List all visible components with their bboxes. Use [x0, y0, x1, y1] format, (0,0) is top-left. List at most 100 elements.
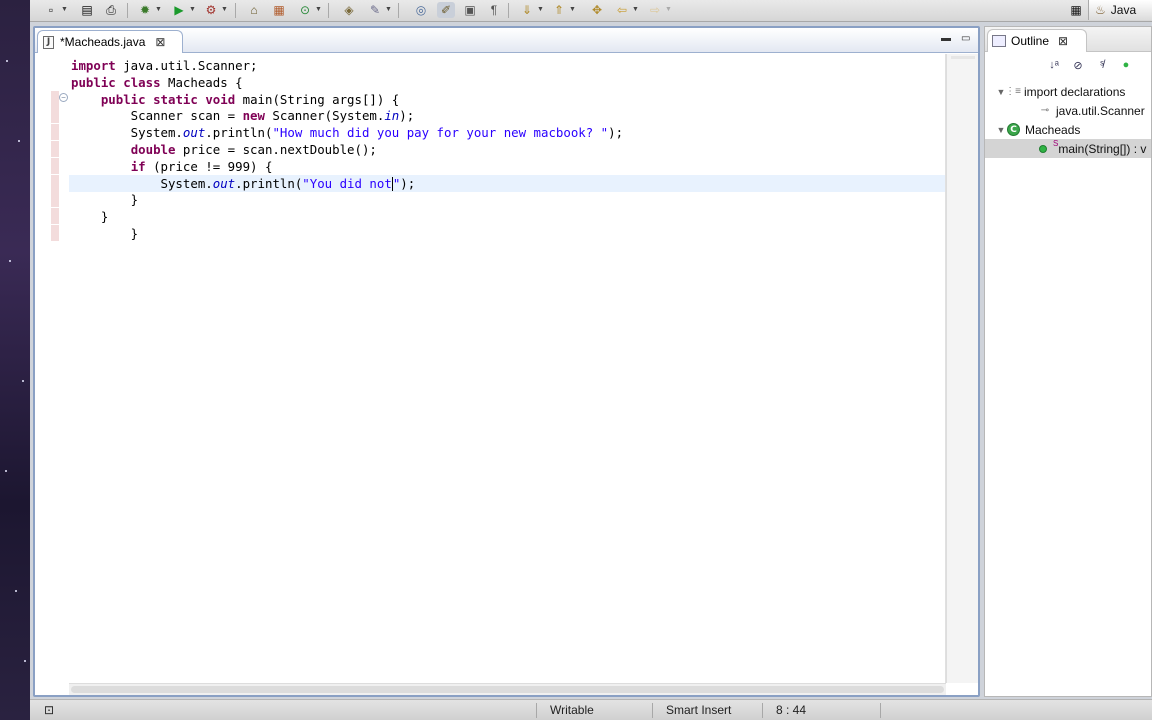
close-tab-icon[interactable]: ⊠	[155, 35, 165, 49]
code-token: Scanner scan =	[71, 108, 243, 124]
editor-tab-label: *Macheads.java	[60, 35, 146, 49]
horizontal-scrollbar[interactable]	[69, 683, 946, 695]
highlight-icon[interactable]: ✐	[437, 2, 455, 18]
outline-view-icon	[992, 35, 1006, 47]
outline-item-label: import declarations	[1024, 84, 1126, 99]
new-package-icon[interactable]: ▦	[270, 2, 288, 18]
back-dropdown-icon[interactable]: ▼	[632, 6, 639, 13]
code-token: if	[130, 158, 146, 174]
outline-tree-item[interactable]: ⊸ java.util.Scanner	[985, 101, 1151, 120]
code-line[interactable]: public class Macheads {	[69, 74, 945, 91]
expand-toggle-icon[interactable]: ▼	[995, 125, 1007, 135]
new-dropdown-icon[interactable]: ▼	[61, 6, 68, 13]
fast-view-icon[interactable]: ⊡	[44, 700, 54, 720]
code-text-area[interactable]: import java.util.Scanner; public class Ma…	[69, 54, 946, 683]
quick-diff-marker	[51, 157, 59, 174]
code-token: main(String args[]) {	[235, 91, 400, 107]
java-perspective-icon: ♨	[1095, 3, 1106, 17]
static-modifier-icon: S	[1053, 139, 1059, 148]
code-token: class	[123, 74, 161, 90]
toggle-mark-occurrences-icon[interactable]: ◎	[412, 2, 430, 18]
status-bar: ⊡ Writable Smart Insert 8 : 44	[30, 699, 1152, 720]
sort-icon[interactable]: ↓ᵃ	[1045, 57, 1063, 73]
code-line[interactable]: import java.util.Scanner;	[69, 57, 945, 74]
outline-panel: Outline ⊠ ↓ᵃ ⊘ ˢ̸ ● ▼ ⋮≡ import declaratio…	[984, 26, 1152, 697]
hide-fields-icon[interactable]: ⊘	[1069, 57, 1087, 73]
code-token: "You did not	[302, 175, 392, 191]
run-icon[interactable]: ▶	[170, 2, 188, 18]
save-icon[interactable]: ▤	[78, 2, 96, 18]
outline-tree-item[interactable]: ▼ ⋮≡ import declarations	[985, 82, 1151, 101]
run-dropdown-icon[interactable]: ▼	[189, 6, 196, 13]
forward-dropdown-icon[interactable]: ▼	[665, 6, 672, 13]
code-line[interactable]: double price = scan.nextDouble();	[69, 141, 945, 158]
hide-non-public-icon[interactable]: ●	[1117, 57, 1135, 73]
outline-item-label: Macheads	[1025, 122, 1081, 137]
forward-icon[interactable]: ⇨	[646, 2, 664, 18]
hide-static-icon[interactable]: ˢ̸	[1093, 57, 1111, 73]
outline-tree-item[interactable]: ▼ C Macheads	[985, 120, 1151, 139]
close-outline-icon[interactable]: ⊠	[1058, 34, 1068, 48]
open-perspective-icon[interactable]: ▦	[1068, 2, 1084, 18]
new-class-dropdown-icon[interactable]: ▼	[315, 6, 322, 13]
code-line[interactable]: System.out.println("You did not");	[69, 174, 945, 192]
block-selection-icon[interactable]: ▣	[461, 2, 479, 18]
code-line[interactable]: }	[69, 208, 945, 225]
back-icon[interactable]: ⇦	[613, 2, 631, 18]
quick-diff-marker	[51, 225, 59, 241]
search-dropdown-icon[interactable]: ▼	[385, 6, 392, 13]
maximize-icon[interactable]: ▭	[961, 33, 973, 45]
main-toolbar: ▫ ▼ ▤ ⎙ ✹ ▼ ▶ ▼ ⚙ ▼ ⌂ ▦ ⊙ ▼ ◈ ✎ ▼ ◎ ✐ ▣ …	[30, 0, 1152, 22]
debug-dropdown-icon[interactable]: ▼	[155, 6, 162, 13]
code-line[interactable]: Scanner scan = new Scanner(System.in);	[69, 107, 945, 124]
code-line[interactable]: System.out.println("How much did you pay…	[69, 124, 945, 141]
quick-diff-marker	[51, 174, 59, 191]
next-annotation-icon[interactable]: ⇓	[518, 2, 536, 18]
new-icon[interactable]: ▫	[42, 2, 60, 18]
editor-tab-macheads[interactable]: J *Macheads.java ⊠	[37, 30, 183, 53]
outline-tree-item[interactable]: Smain(String[]) : v	[985, 139, 1151, 158]
code-line[interactable]: public static void main(String args[]) {	[69, 91, 945, 108]
next-annotation-dropdown-icon[interactable]: ▼	[537, 6, 544, 13]
code-token: (price != 999) {	[145, 158, 273, 174]
code-token: double	[130, 142, 176, 157]
code-line[interactable]: }	[69, 225, 945, 242]
perspective-java-button[interactable]: ♨ Java	[1088, 0, 1152, 20]
code-line[interactable]: if (price != 999) {	[69, 158, 945, 175]
method-icon	[1039, 144, 1047, 153]
status-writable: Writable	[550, 703, 594, 717]
code-token: static	[153, 91, 198, 107]
code-token: System.	[71, 175, 213, 191]
previous-annotation-dropdown-icon[interactable]: ▼	[569, 6, 576, 13]
search-icon[interactable]: ✎	[366, 2, 384, 18]
debug-icon[interactable]: ✹	[136, 2, 154, 18]
code-token: public	[100, 91, 146, 107]
previous-annotation-icon[interactable]: ⇑	[550, 2, 568, 18]
import-icon: ⋮≡	[1005, 86, 1021, 97]
code-token: void	[205, 91, 236, 107]
outline-tab-bar: Outline ⊠	[985, 27, 1151, 52]
code-line[interactable]: }	[69, 191, 945, 208]
code-token: }	[71, 226, 139, 241]
code-token: in	[384, 108, 400, 124]
external-tools-icon[interactable]: ⚙	[202, 2, 220, 18]
new-class-icon[interactable]: ⊙	[296, 2, 314, 18]
code-token: out	[182, 125, 206, 141]
open-type-icon[interactable]: ◈	[340, 2, 358, 18]
code-token: .println(	[205, 125, 273, 141]
new-java-project-icon[interactable]: ⌂	[245, 2, 263, 18]
external-tools-dropdown-icon[interactable]: ▼	[221, 6, 228, 13]
fold-collapse-icon[interactable]: −	[59, 93, 68, 102]
editor-panel: J *Macheads.java ⊠ ▬ ▭ − import java.uti…	[33, 26, 980, 697]
overview-ruler[interactable]	[946, 54, 978, 683]
show-whitespace-icon[interactable]: ¶	[485, 2, 503, 18]
quick-diff-marker	[51, 90, 59, 107]
last-edit-location-icon[interactable]: ✥	[588, 2, 606, 18]
minimize-icon[interactable]: ▬	[941, 33, 953, 45]
code-token: );	[400, 175, 416, 191]
print-icon[interactable]: ⎙	[102, 2, 120, 18]
outline-toolbar: ↓ᵃ ⊘ ˢ̸ ●	[1045, 57, 1135, 75]
tab-outline[interactable]: Outline ⊠	[987, 29, 1087, 52]
